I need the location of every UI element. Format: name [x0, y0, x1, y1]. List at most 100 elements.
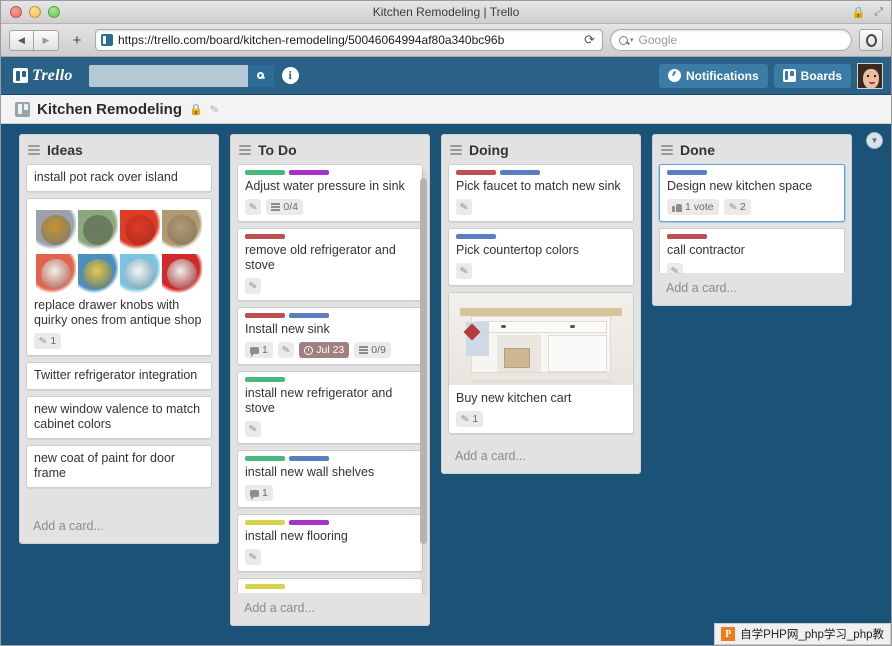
card-badge-description[interactable]: ✎ [245, 421, 262, 437]
card[interactable]: install new refrigerator and stove ✎ [237, 371, 423, 444]
notifications-button[interactable]: Notifications [658, 63, 768, 88]
list-header[interactable]: To Do [231, 135, 429, 164]
card-badge-description[interactable]: ✎ 2 [723, 199, 751, 215]
card-badge-description[interactable]: ✎ 1 [456, 411, 484, 427]
pencil-icon[interactable]: ✎ [209, 102, 220, 116]
card[interactable]: Design new kitchen space 1 vote ✎ 2 [659, 164, 845, 222]
card[interactable]: call contractor ✎ [659, 228, 845, 273]
card-badge-checklist[interactable]: 0/4 [266, 199, 303, 215]
card-badge-description[interactable]: ✎ 1 [34, 333, 62, 349]
card-badge-description[interactable]: ✎ [245, 199, 262, 215]
card-labels[interactable] [667, 170, 837, 175]
card-label[interactable] [245, 456, 285, 461]
card-label[interactable] [245, 234, 285, 239]
card[interactable]: Buy new kitchen cart ✎ 1 [448, 292, 634, 434]
list-menu-icon[interactable] [450, 145, 462, 155]
card-badge-due[interactable]: Jul 23 [299, 342, 350, 358]
add-card-button[interactable]: Add a card... [442, 441, 640, 473]
back-button[interactable]: ◀ [9, 29, 34, 51]
card-label[interactable] [245, 377, 285, 382]
list-menu-icon[interactable] [239, 145, 251, 155]
card-badge-description[interactable]: ✎ [277, 342, 295, 358]
list-header[interactable]: Done [653, 135, 851, 164]
card-label[interactable] [456, 234, 496, 239]
add-card-button[interactable]: Add a card... [20, 511, 218, 543]
card[interactable]: remove old refrigerator and stove ✎ [237, 228, 423, 301]
card[interactable]: replace drawer knobs with quirky ones fr… [26, 198, 212, 356]
card[interactable]: Twitter refrigerator integration [26, 362, 212, 390]
card[interactable]: Buy paint for cabinets✎ [237, 578, 423, 593]
card-labels[interactable] [245, 313, 415, 318]
lock-icon[interactable]: 🔒 [189, 103, 203, 116]
card[interactable]: Adjust water pressure in sink ✎ 0/4 [237, 164, 423, 222]
card[interactable]: Pick faucet to match new sink ✎ [448, 164, 634, 222]
add-card-button[interactable]: Add a card... [231, 593, 429, 625]
card-labels[interactable] [245, 520, 415, 525]
new-tab-button[interactable]: + [66, 30, 88, 51]
card-label[interactable] [456, 170, 496, 175]
card-label[interactable] [289, 456, 329, 461]
card-labels[interactable] [245, 456, 415, 461]
card[interactable]: new coat of paint for door frame [26, 445, 212, 488]
card-labels[interactable] [456, 170, 626, 175]
boards-button[interactable]: Boards [773, 63, 851, 88]
card-label[interactable] [245, 313, 285, 318]
reader-button[interactable] [859, 29, 883, 51]
card-label[interactable] [245, 520, 285, 525]
card-labels[interactable] [245, 377, 415, 382]
card-badge-comment[interactable]: 1 [245, 485, 273, 501]
card-labels[interactable] [456, 234, 626, 239]
card-badge-description[interactable]: ✎ [245, 278, 262, 294]
list-scrollbar[interactable] [420, 169, 427, 595]
card-labels[interactable] [245, 584, 415, 589]
watermark-logo-icon: P [721, 627, 736, 641]
list-menu-icon[interactable] [661, 145, 673, 155]
card-label[interactable] [667, 234, 707, 239]
list-header[interactable]: Doing [442, 135, 640, 164]
card[interactable]: Pick countertop colors ✎ [448, 228, 634, 286]
card-badge-description[interactable]: ✎ [456, 263, 473, 279]
sidebar-toggle-button[interactable]: ▼ [866, 132, 883, 149]
reload-icon[interactable]: ⟳ [584, 32, 597, 48]
user-avatar[interactable] [857, 62, 883, 89]
card-label[interactable] [289, 313, 329, 318]
card[interactable]: install new wall shelves 1 [237, 450, 423, 508]
card-labels[interactable] [245, 170, 415, 175]
card-title: Pick countertop colors [456, 243, 579, 257]
card-label[interactable] [500, 170, 540, 175]
browser-search-input[interactable]: ▾ Google [610, 29, 852, 51]
card-badge-description[interactable]: ✎ [667, 263, 684, 273]
card-label[interactable] [289, 170, 329, 175]
scrollbar-thumb[interactable] [420, 177, 427, 544]
trello-search-input[interactable] [88, 64, 274, 87]
card[interactable]: install pot rack over island [26, 164, 212, 192]
card[interactable]: install new flooring ✎ [237, 514, 423, 572]
card-badges: ✎ [456, 263, 626, 279]
trello-logo[interactable]: Trello [9, 67, 81, 85]
forward-button[interactable]: ▶ [34, 29, 59, 51]
list-menu-icon[interactable] [28, 145, 40, 155]
card-labels[interactable] [245, 234, 415, 239]
description-icon: ✎ [459, 200, 470, 214]
card-label[interactable] [667, 170, 707, 175]
navigation-buttons[interactable]: ◀ ▶ [9, 29, 59, 51]
card-label[interactable] [245, 584, 285, 589]
page-title: Kitchen Remodeling [37, 100, 183, 118]
card-badge-vote[interactable]: 1 vote [667, 199, 719, 215]
red-coral-knob [120, 210, 160, 250]
card-badge-checklist[interactable]: 0/9 [354, 342, 391, 358]
add-card-button[interactable]: Add a card... [653, 273, 851, 305]
info-icon[interactable]: i [281, 67, 299, 84]
card-label[interactable] [289, 520, 329, 525]
card-badge-description[interactable]: ✎ [245, 549, 262, 565]
card-badge-description[interactable]: ✎ [456, 199, 473, 215]
chevron-down-icon[interactable]: ▾ [630, 36, 634, 44]
card-label[interactable] [245, 170, 285, 175]
list-header[interactable]: Ideas [20, 135, 218, 164]
card-badge-comment[interactable]: 1 [245, 342, 273, 358]
address-bar[interactable]: https://trello.com/board/kitchen-remodel… [95, 29, 603, 51]
trello-search-button[interactable] [247, 64, 274, 87]
card-labels[interactable] [667, 234, 837, 239]
card[interactable]: new window valence to match cabinet colo… [26, 396, 212, 439]
card[interactable]: Install new sink 1 ✎ Jul 23 0/9 [237, 307, 423, 365]
